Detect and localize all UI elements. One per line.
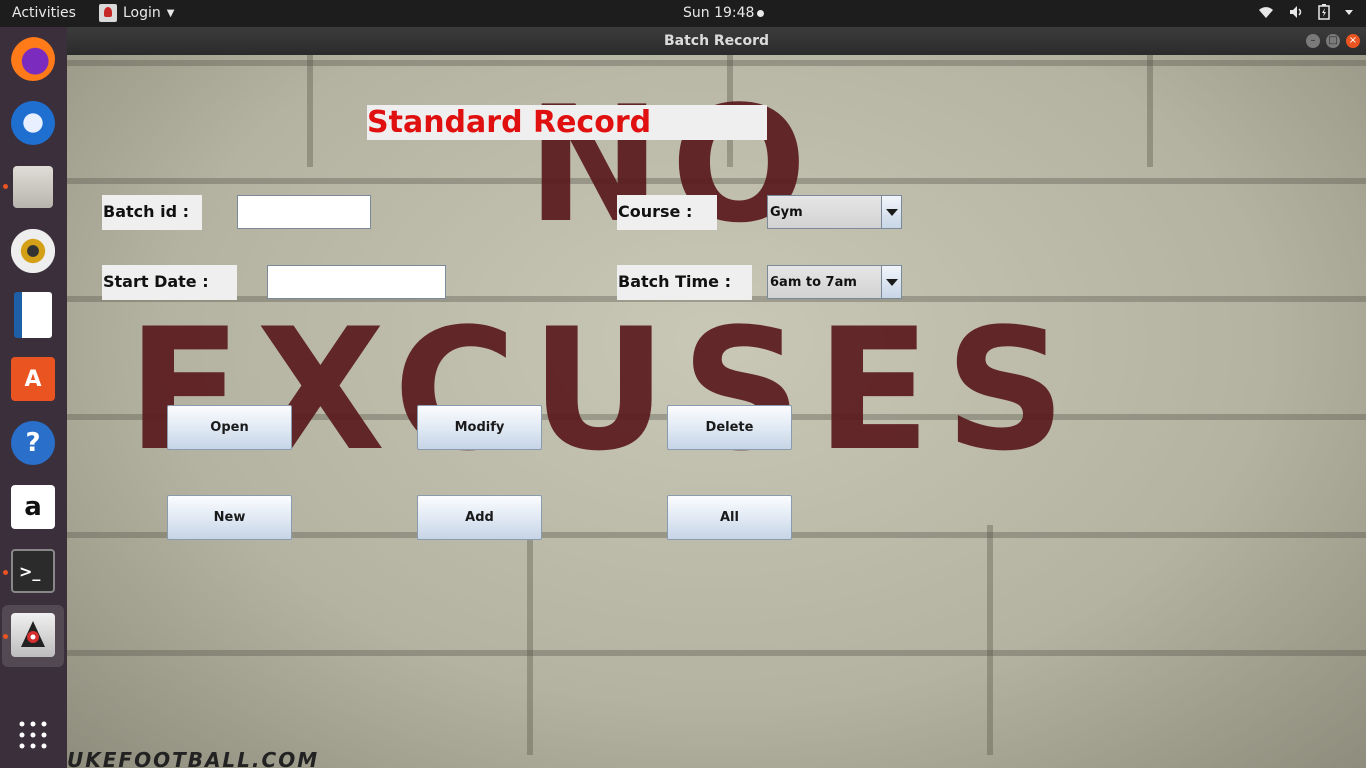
top-bar: Activities Login ▼ Sun 19:48 xyxy=(0,0,1366,27)
close-icon: × xyxy=(1348,35,1358,46)
course-select[interactable]: Gym xyxy=(767,195,902,229)
software-center-icon: A xyxy=(11,357,55,401)
course-label: Course : xyxy=(617,195,717,230)
maximize-button[interactable]: □ xyxy=(1326,34,1340,48)
dock-item-software[interactable]: A xyxy=(9,355,57,403)
chevron-down-icon: ▼ xyxy=(166,7,175,19)
window-content: NO EXCUSES UKEFOOTBALL.COM Standard Reco… xyxy=(67,55,1366,768)
dock: A ? a >_ xyxy=(0,27,67,768)
show-applications-icon xyxy=(19,721,47,749)
app-menu[interactable]: Login ▼ xyxy=(99,4,174,22)
app-menu-label: Login xyxy=(123,5,161,21)
batch-time-label: Batch Time : xyxy=(617,265,752,300)
java-app-icon xyxy=(11,613,55,657)
running-indicator xyxy=(3,184,8,189)
delete-button[interactable]: Delete xyxy=(667,405,792,450)
wall-joint xyxy=(1147,55,1153,167)
batch-time-select[interactable]: 6am to 7am xyxy=(767,265,902,299)
dock-item-firefox[interactable] xyxy=(9,35,57,83)
all-button[interactable]: All xyxy=(667,495,792,540)
terminal-icon: >_ xyxy=(11,549,55,593)
chevron-down-icon[interactable] xyxy=(881,266,901,298)
dock-item-rhythmbox[interactable] xyxy=(9,227,57,275)
window-title: Batch Record xyxy=(663,33,770,49)
course-select-value: Gym xyxy=(770,205,803,220)
maximize-icon: □ xyxy=(1328,35,1338,46)
rhythmbox-icon xyxy=(11,229,55,273)
start-date-field[interactable] xyxy=(267,265,446,299)
batch-id-label: Batch id : xyxy=(102,195,202,230)
dock-item-help[interactable]: ? xyxy=(9,419,57,467)
open-button[interactable]: Open xyxy=(167,405,292,450)
start-date-label: Start Date : xyxy=(102,265,237,300)
close-button[interactable]: × xyxy=(1346,34,1360,48)
modify-button[interactable]: Modify xyxy=(417,405,542,450)
clock-label: Sun 19:48 xyxy=(683,5,755,21)
battery-icon xyxy=(1318,4,1330,20)
dock-item-files[interactable] xyxy=(9,163,57,211)
wall-joint xyxy=(307,55,313,167)
minimize-icon: – xyxy=(1310,35,1316,46)
dock-item-amazon[interactable]: a xyxy=(9,483,57,531)
notification-dot-icon xyxy=(757,9,765,17)
help-icon: ? xyxy=(11,421,55,465)
dock-item-terminal[interactable]: >_ xyxy=(9,547,57,595)
libreoffice-writer-icon xyxy=(14,292,52,338)
files-icon xyxy=(13,166,53,208)
batch-id-field[interactable] xyxy=(237,195,371,229)
clock[interactable]: Sun 19:48 xyxy=(683,5,765,21)
batch-time-select-value: 6am to 7am xyxy=(770,275,857,290)
dock-item-thunderbird[interactable] xyxy=(9,99,57,147)
firefox-icon xyxy=(11,37,55,81)
new-button[interactable]: New xyxy=(167,495,292,540)
chevron-down-icon[interactable] xyxy=(881,196,901,228)
java-app-icon xyxy=(99,4,117,22)
amazon-icon: a xyxy=(11,485,55,529)
running-indicator xyxy=(3,634,8,639)
dock-item-java-app[interactable] xyxy=(9,611,57,659)
system-tray[interactable] xyxy=(1258,4,1354,20)
background-footer-text: UKEFOOTBALL.COM xyxy=(67,748,320,768)
wall-joint xyxy=(987,525,993,755)
page-title: Standard Record xyxy=(367,105,767,140)
thunderbird-icon xyxy=(11,101,55,145)
volume-icon xyxy=(1290,6,1302,18)
activities-button[interactable]: Activities xyxy=(12,5,76,21)
running-indicator xyxy=(3,570,8,575)
wifi-icon xyxy=(1259,7,1273,18)
minimize-button[interactable]: – xyxy=(1306,34,1320,48)
background-word-excuses: EXCUSES xyxy=(127,292,1080,488)
add-button[interactable]: Add xyxy=(417,495,542,540)
system-menu-chevron-down-icon xyxy=(1345,10,1353,15)
dock-item-writer[interactable] xyxy=(9,291,57,339)
window-titlebar[interactable]: Batch Record – □ × xyxy=(67,27,1366,55)
show-applications-button[interactable] xyxy=(9,711,57,759)
wall-joint xyxy=(527,525,533,755)
